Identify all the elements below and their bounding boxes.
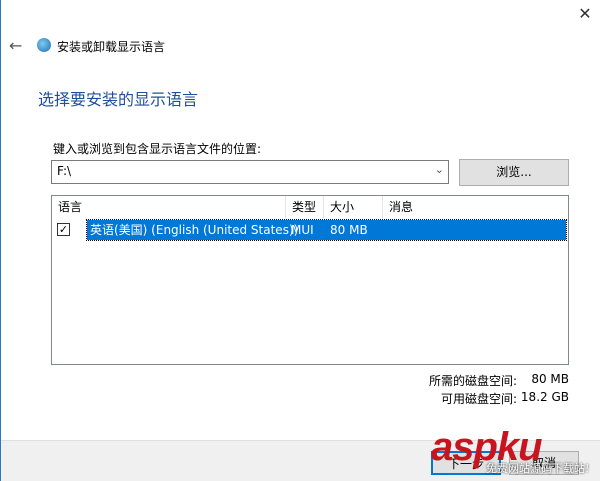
column-header-size[interactable]: 大小	[324, 196, 383, 218]
page-heading: 选择要安装的显示语言	[38, 90, 199, 109]
watermark-tagline: 免费网站源码下载站!	[486, 462, 590, 475]
path-value: F:\	[57, 164, 72, 178]
required-space-value: 80 MB	[531, 372, 569, 386]
chevron-down-icon[interactable]: ⌄	[435, 163, 444, 176]
path-combobox[interactable]: F:\ ⌄	[51, 160, 449, 184]
browse-button[interactable]: 浏览...	[459, 159, 569, 186]
column-header-language[interactable]: 语言	[52, 196, 286, 218]
language-list[interactable]: 语言 类型 大小 消息 ✓ 英语(美国) (English (United St…	[51, 195, 569, 365]
available-space-value: 18.2 GB	[520, 390, 569, 404]
close-button[interactable]: ✕	[573, 4, 597, 26]
window-title: 安装或卸载显示语言	[57, 40, 166, 54]
required-space-label: 所需的磁盘空间:	[428, 374, 517, 388]
column-header-message[interactable]: 消息	[383, 196, 568, 218]
cell-size: 80 MB	[330, 223, 368, 237]
available-space-label: 可用磁盘空间:	[440, 392, 517, 406]
globe-icon	[37, 38, 51, 52]
path-label: 键入或浏览到包含显示语言文件的位置:	[53, 142, 262, 156]
column-header-type[interactable]: 类型	[286, 196, 324, 218]
back-arrow-icon[interactable]: ←	[9, 36, 22, 55]
row-checkbox[interactable]: ✓	[57, 223, 70, 236]
cell-type: MUI	[291, 223, 314, 237]
cell-language: 英语(美国) (English (United States))	[90, 223, 299, 237]
